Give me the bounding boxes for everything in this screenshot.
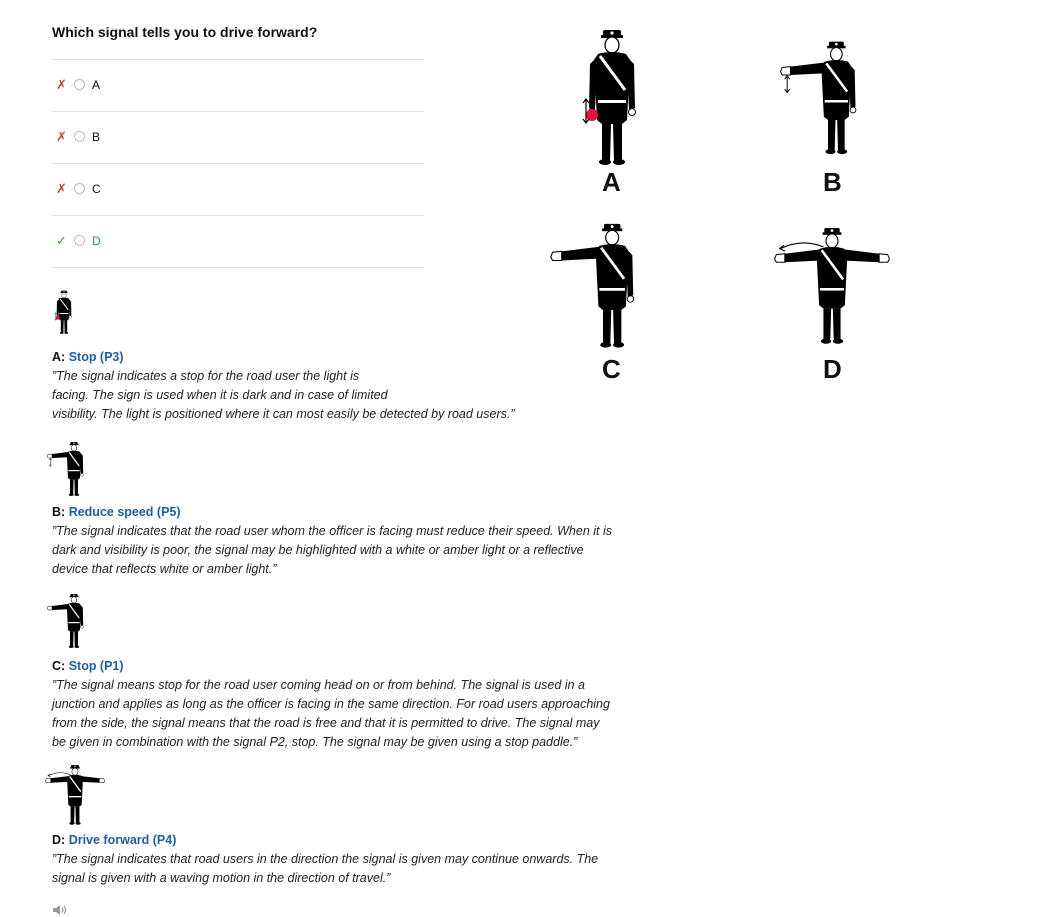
option-label-d: D xyxy=(92,234,101,248)
explanation-letter: D: xyxy=(52,833,66,847)
explanation-letter: B: xyxy=(52,505,66,519)
explanation-line: signal is given with a waving motion in … xyxy=(52,871,391,885)
explanation-line: ”The signal indicates that the road user… xyxy=(52,524,612,538)
figure-label-b: B xyxy=(823,167,842,197)
checkmark-icon: ✓ xyxy=(56,233,67,248)
answer-option-b[interactable]: ✗ B xyxy=(52,111,424,163)
officer-thumbnail-a xyxy=(48,282,80,344)
option-label-a: A xyxy=(92,78,101,92)
explanation-line: dark and visibility is poor, the signal … xyxy=(52,543,584,557)
explanation-line: junction and applies as long as the offi… xyxy=(52,697,610,711)
explanation-line: device that reflects white or amber ligh… xyxy=(52,562,277,576)
officer-figure-d xyxy=(772,218,892,358)
question-text: Which signal tells you to drive forward? xyxy=(52,24,318,40)
answer-option-a[interactable]: ✗ A xyxy=(52,59,424,111)
option-label-c: C xyxy=(92,182,101,196)
officer-figure-c xyxy=(548,218,658,358)
explanation-title[interactable]: Stop (P3) xyxy=(69,350,124,364)
answer-options: ✗ A ✗ B ✗ C ✓ D xyxy=(52,59,424,268)
option-label-b: B xyxy=(92,130,101,144)
explanation-title[interactable]: Drive forward (P4) xyxy=(69,833,177,847)
explanation-d: D: Drive forward (P4) ”The signal indica… xyxy=(52,831,598,888)
answer-option-c[interactable]: ✗ C xyxy=(52,163,424,215)
explanation-line: ”The signal indicates a stop for the roa… xyxy=(52,369,360,383)
officer-figure-b xyxy=(778,30,878,170)
cross-icon: ✗ xyxy=(56,129,67,144)
explanation-a: A: Stop (P3) ”The signal indicates a sto… xyxy=(52,348,515,424)
figure-label-c: C xyxy=(602,354,621,384)
figure-label-a: A xyxy=(602,167,621,197)
explanation-c: C: Stop (P1) ”The signal means stop for … xyxy=(52,657,610,752)
cross-icon: ✗ xyxy=(56,181,67,196)
explanation-line: be given in combination with the signal … xyxy=(52,735,578,749)
officer-thumbnail-d xyxy=(44,765,106,827)
cross-icon: ✗ xyxy=(56,77,67,92)
explanation-line: ”The signal means stop for the road user… xyxy=(52,678,585,692)
radio-button-a[interactable] xyxy=(74,79,85,90)
officer-thumbnail-c xyxy=(46,592,94,652)
radio-button-c[interactable] xyxy=(74,183,85,194)
explanation-title[interactable]: Reduce speed (P5) xyxy=(69,505,181,519)
figure-label-d: D xyxy=(823,354,842,384)
explanation-line: ”The signal indicates that road users in… xyxy=(52,852,599,866)
explanation-letter: C: xyxy=(52,659,66,673)
explanation-b: B: Reduce speed (P5) ”The signal indicat… xyxy=(52,503,612,579)
explanation-line: visibility. The light is positioned wher… xyxy=(52,407,515,421)
radio-button-b[interactable] xyxy=(74,131,85,142)
officer-thumbnail-b xyxy=(46,440,94,500)
speaker-icon[interactable] xyxy=(52,904,70,916)
officer-figure-a xyxy=(562,30,662,170)
answer-option-d[interactable]: ✓ D xyxy=(52,215,424,268)
explanation-line: facing. The sign is used when it is dark… xyxy=(52,388,388,402)
explanation-letter: A: xyxy=(52,350,66,364)
explanation-title[interactable]: Stop (P1) xyxy=(69,659,124,673)
radio-button-d[interactable] xyxy=(74,235,85,246)
explanation-line: from the side, the signal means that the… xyxy=(52,716,600,730)
